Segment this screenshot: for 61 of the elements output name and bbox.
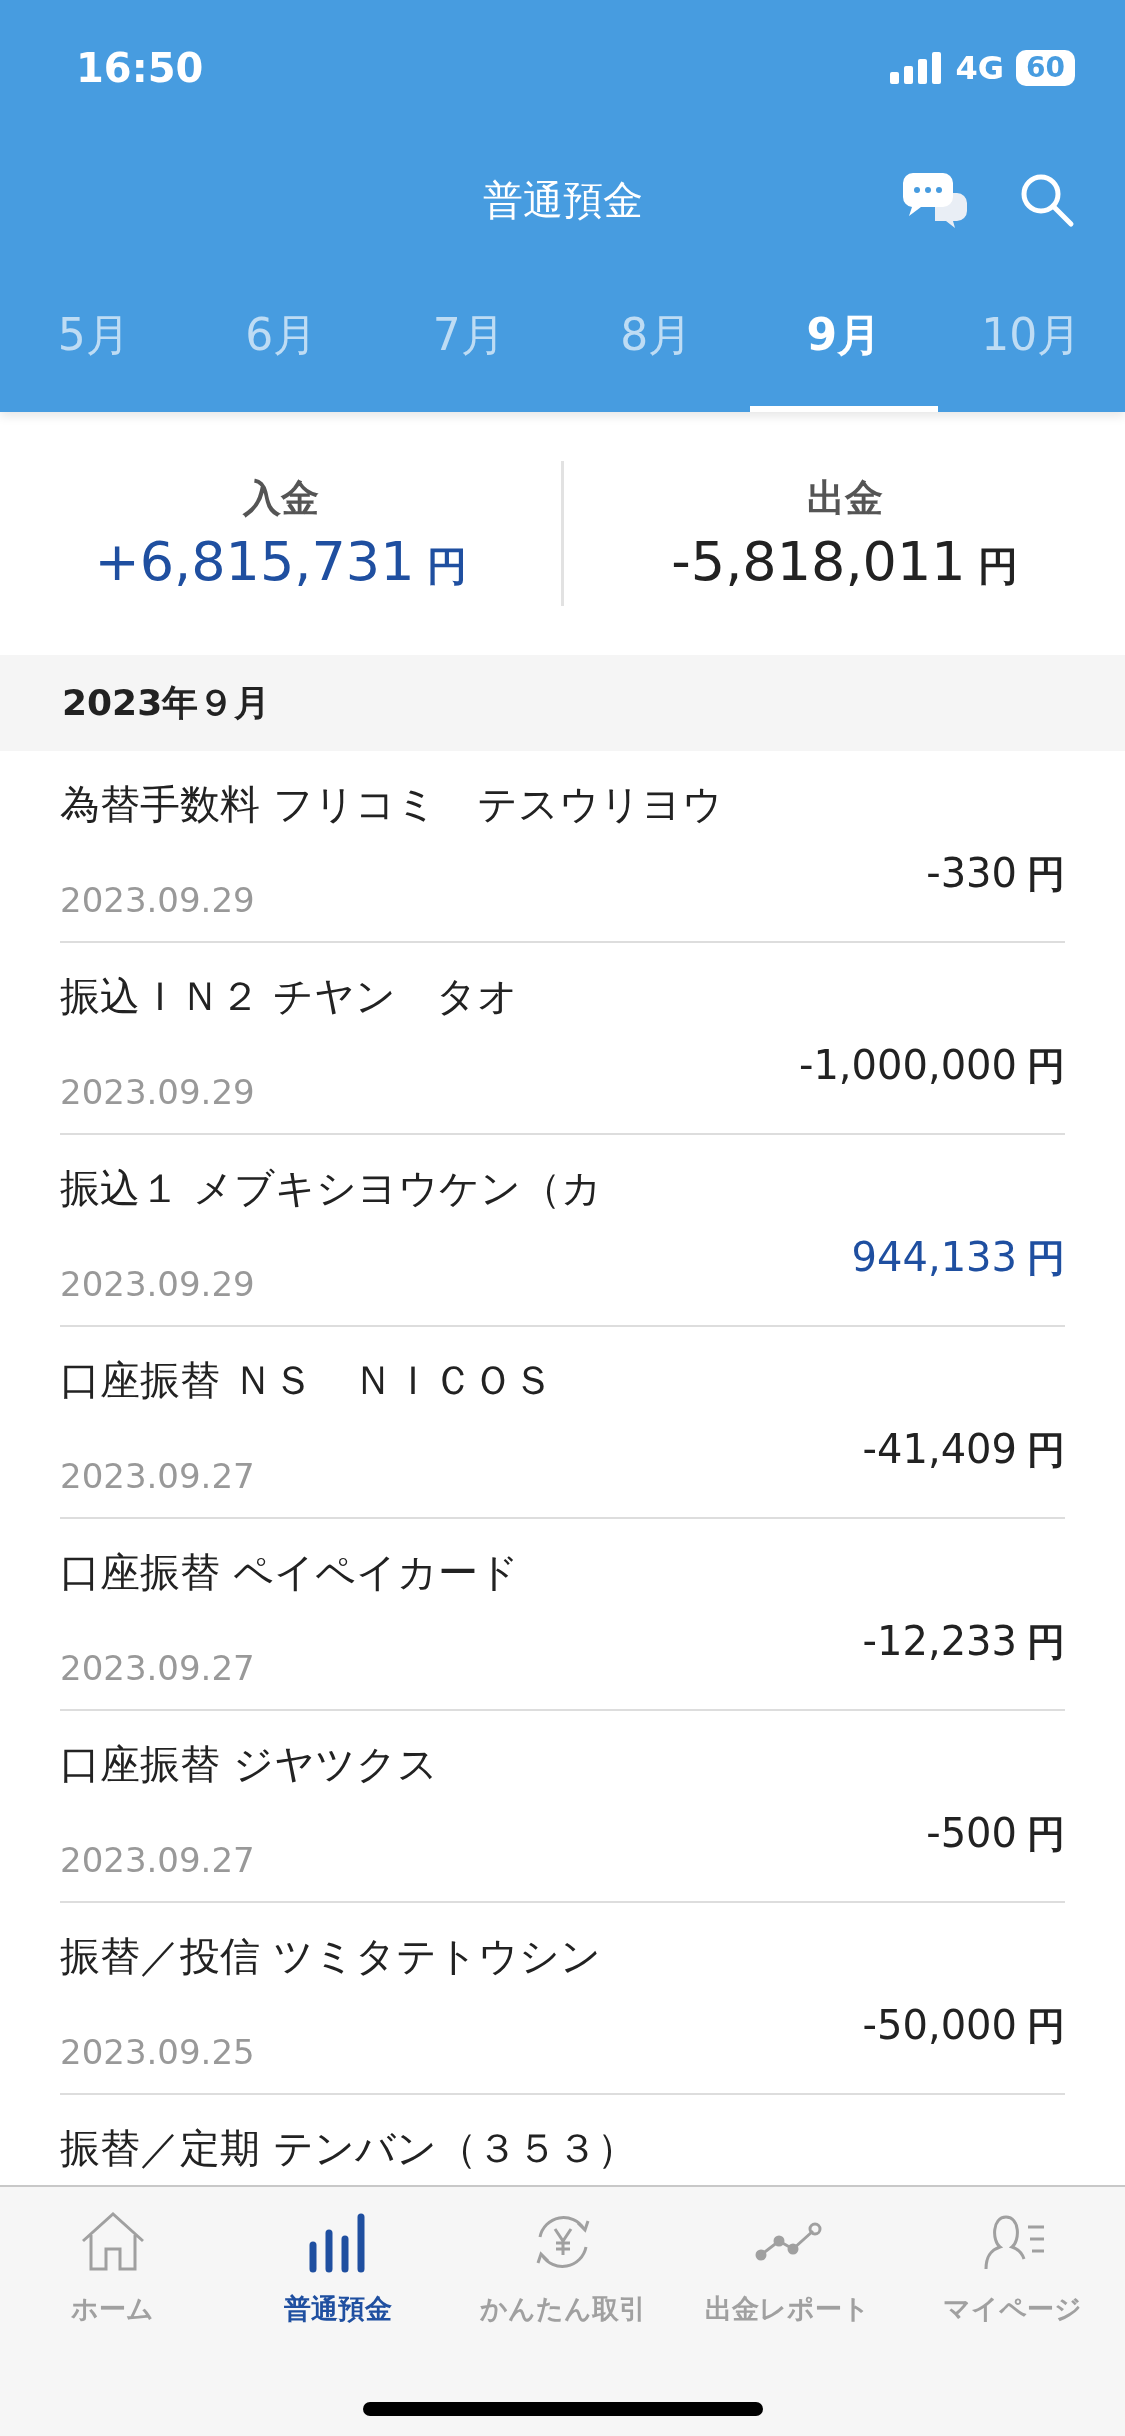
currency-unit: 円 [1027, 1042, 1065, 1090]
currency-unit: 円 [1027, 1426, 1065, 1474]
transaction-row[interactable]: 口座振替 ジヤツクス 2023.09.27 -500 円 [60, 1711, 1065, 1903]
nav-tab[interactable]: ホーム [0, 2209, 225, 2327]
transaction-row[interactable]: 振込１ メブキシヨウケン（カ 2023.09.29 944,133 円 [60, 1135, 1065, 1327]
month-tab[interactable]: 5月 [0, 265, 188, 412]
section-title: 2023年９月 [62, 680, 271, 725]
transaction-description: 口座振替 ジヤツクス [60, 1740, 439, 1789]
transaction-row[interactable]: 振込ＩＮ２ チヤン タオ 2023.09.29 -1,000,000 円 [60, 943, 1065, 1135]
status-time: 16:50 [76, 44, 204, 91]
month-tab[interactable]: 8月 [562, 265, 750, 412]
transaction-date: 2023.09.29 [60, 1072, 256, 1113]
transaction-amount: -500 [926, 1809, 1017, 1856]
transaction-description: 振替／定期 テンバン（３５３） [60, 2124, 638, 2173]
transaction-description: 振込１ メブキシヨウケン（カ [60, 1164, 603, 1213]
currency-unit: 円 [1027, 2002, 1065, 2050]
summary-label: 入金 [242, 475, 319, 522]
transaction-amount: -41,409 [862, 1425, 1017, 1472]
transaction-row[interactable]: 振替／投信 ツミタテトウシン 2023.09.25 -50,000 円 [60, 1903, 1065, 2095]
transaction-date: 2023.09.27 [60, 1840, 256, 1881]
month-tab[interactable]: 6月 [187, 265, 375, 412]
transaction-row[interactable]: 口座振替 ペイペイカード 2023.09.27 -12,233 円 [60, 1519, 1065, 1711]
nav-tab[interactable]: 普通預金 [225, 2209, 450, 2327]
currency-unit: 円 [1027, 850, 1065, 898]
transaction-row[interactable]: 口座振替 ＮＳ ＮＩＣＯＳ 2023.09.27 -41,409 円 [60, 1327, 1065, 1519]
signal-icon [889, 51, 944, 84]
transaction-amount: -330 [926, 849, 1017, 896]
page-title: 普通預金 [482, 175, 643, 225]
month-tab[interactable]: 10月 [937, 265, 1125, 412]
summary-amount: +6,815,731 [94, 530, 415, 593]
month-tab[interactable]: 9月 [750, 265, 938, 412]
network-label: 4G [955, 48, 1005, 87]
transaction-description: 口座振替 ペイペイカード [60, 1548, 520, 1597]
nav-tab[interactable]: かんたん取引 [450, 2209, 675, 2327]
nav-tab[interactable]: マイページ [900, 2209, 1125, 2327]
month-tab[interactable]: 7月 [375, 265, 563, 412]
nav-tab[interactable]: 出金レポート [675, 2209, 900, 2327]
battery-level: 60 [1016, 49, 1075, 86]
transaction-description: 口座振替 ＮＳ ＮＩＣＯＳ [60, 1356, 554, 1405]
transaction-amount: 944,133 [851, 1233, 1017, 1280]
transaction-amount: -1,000,000 [799, 1041, 1017, 1088]
transaction-amount: -50,000 [862, 2001, 1017, 2048]
transaction-date: 2023.09.27 [60, 1456, 256, 1497]
transaction-date: 2023.09.29 [60, 1264, 256, 1305]
summary-label: 出金 [806, 475, 883, 522]
transaction-description: 振込ＩＮ２ チヤン タオ [60, 972, 519, 1021]
currency-unit: 円 [426, 542, 467, 591]
search-icon[interactable] [1019, 172, 1075, 228]
currency-unit: 円 [1027, 1618, 1065, 1666]
transaction-amount: -12,233 [862, 1617, 1017, 1664]
transaction-description: 振替／投信 ツミタテトウシン [60, 1932, 602, 1981]
transaction-date: 2023.09.29 [60, 880, 256, 921]
currency-unit: 円 [1027, 1234, 1065, 1282]
summary-amount: -5,818,011 [671, 530, 966, 593]
transaction-date: 2023.09.25 [60, 2032, 256, 2073]
transaction-description: 為替手数料 フリコミ テスウリヨウ [60, 780, 724, 829]
transaction-date: 2023.09.27 [60, 1648, 256, 1689]
currency-unit: 円 [977, 542, 1018, 591]
transaction-row[interactable]: 為替手数料 フリコミ テスウリヨウ 2023.09.29 -330 円 [60, 751, 1065, 943]
chat-icon[interactable] [901, 171, 969, 229]
currency-unit: 円 [1027, 1810, 1065, 1858]
